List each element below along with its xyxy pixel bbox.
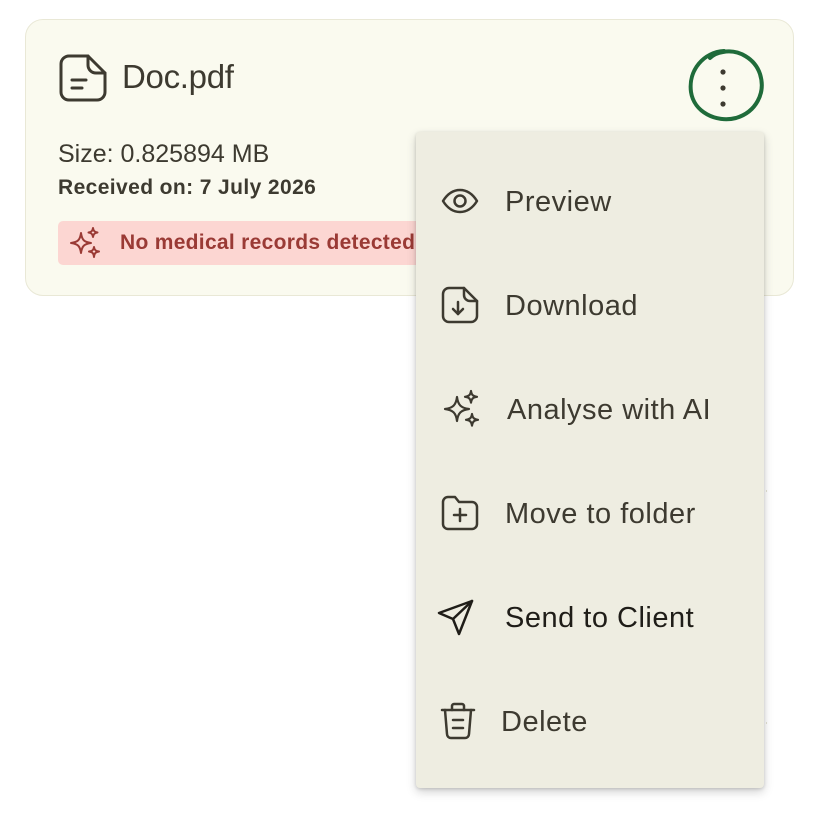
menu-item-send-client[interactable]: Send to Client [416, 572, 764, 662]
context-menu: Preview Download Analyse with AI Move to… [416, 132, 764, 788]
eye-icon [441, 188, 479, 214]
menu-item-label: Analyse with AI [507, 394, 712, 426]
stage: Doc.pdf Size: 0.825894 MB Received on: 7… [0, 0, 819, 827]
sparkles-icon [443, 389, 480, 427]
status-badge-label: No medical records detected [120, 231, 416, 254]
sparkles-icon [70, 227, 100, 258]
menu-item-move-folder[interactable]: Move to folder [416, 468, 764, 558]
menu-item-label: Move to folder [505, 498, 696, 530]
divider [766, 722, 767, 724]
menu-item-label: Download [505, 290, 638, 322]
menu-item-label: Send to Client [505, 602, 695, 634]
menu-item-download[interactable]: Download [416, 260, 764, 350]
send-icon [437, 599, 474, 636]
received-date: Received on: 7 July 2026 [58, 176, 317, 199]
more-vertical-icon [688, 49, 764, 122]
download-file-icon [441, 286, 479, 324]
menu-item-preview[interactable]: Preview [416, 156, 764, 246]
file-name: Doc.pdf [122, 58, 234, 95]
menu-item-label: Delete [501, 706, 588, 738]
menu-item-delete[interactable]: Delete [416, 676, 764, 766]
divider [766, 490, 767, 492]
file-icon [59, 54, 107, 102]
menu-item-analyse-ai[interactable]: Analyse with AI [416, 364, 764, 454]
file-size: Size: 0.825894 MB [58, 140, 270, 168]
folder-plus-icon [441, 495, 479, 531]
menu-item-label: Preview [505, 186, 612, 218]
status-badge: No medical records detected [58, 221, 438, 265]
more-options-button[interactable] [686, 48, 766, 128]
trash-icon [440, 702, 476, 740]
